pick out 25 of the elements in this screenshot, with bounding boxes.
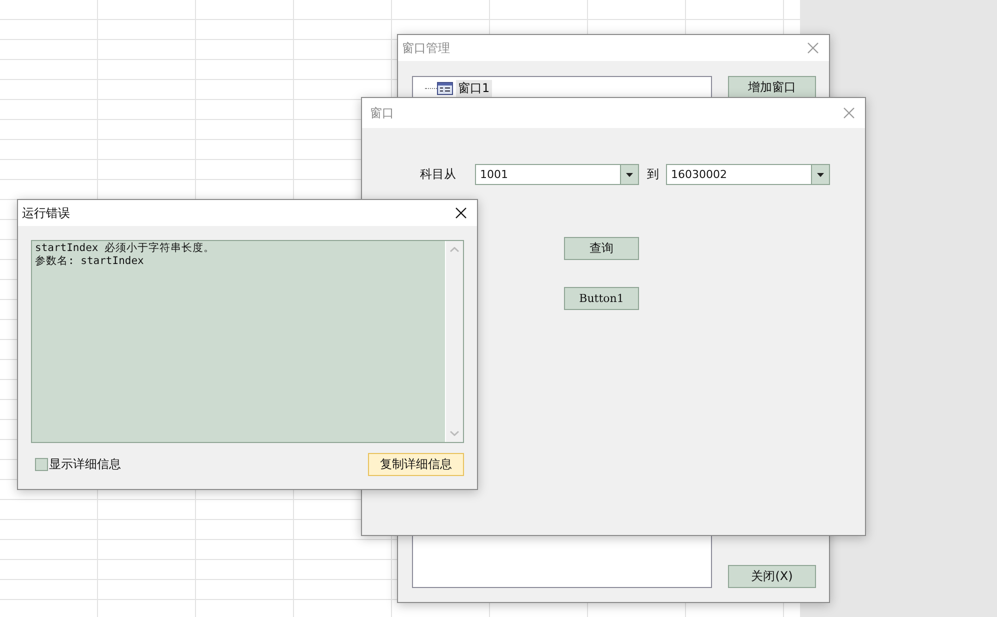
dialog-title: 运行错误	[22, 204, 70, 222]
checkbox[interactable]	[35, 458, 48, 471]
window-title: 窗口管理	[402, 40, 450, 56]
query-button[interactable]: 查询	[564, 237, 639, 260]
field-label: 到	[647, 166, 659, 183]
scroll-down-icon[interactable]	[450, 431, 459, 436]
form-icon	[437, 82, 453, 94]
message-line: startIndex 必须小于字符串长度。	[35, 242, 216, 255]
scrollbar[interactable]	[445, 241, 463, 442]
close-button[interactable]: 关闭(X)	[728, 565, 816, 588]
add-window-button[interactable]: 增加窗口	[728, 76, 816, 99]
message-box[interactable]: startIndex 必须小于字符串长度。 参数名: startIndex	[31, 240, 464, 443]
field-label: 科目从	[420, 166, 457, 183]
window-title: 窗口	[370, 104, 394, 122]
dropdown-icon[interactable]	[817, 172, 824, 176]
dropdown-icon[interactable]	[626, 172, 633, 176]
copy-details-button[interactable]: 复制详细信息	[368, 453, 464, 476]
tree-item[interactable]: 窗口1	[456, 80, 492, 96]
message-line: 参数名: startIndex	[35, 255, 145, 268]
combo-box[interactable]: 1001	[475, 164, 639, 185]
checkbox-label: 显示详细信息	[49, 456, 121, 473]
close-icon[interactable]	[455, 207, 467, 219]
combo-box[interactable]: 16030002	[666, 164, 830, 185]
button[interactable]: Button1	[564, 287, 639, 310]
scroll-up-icon[interactable]	[450, 247, 459, 252]
